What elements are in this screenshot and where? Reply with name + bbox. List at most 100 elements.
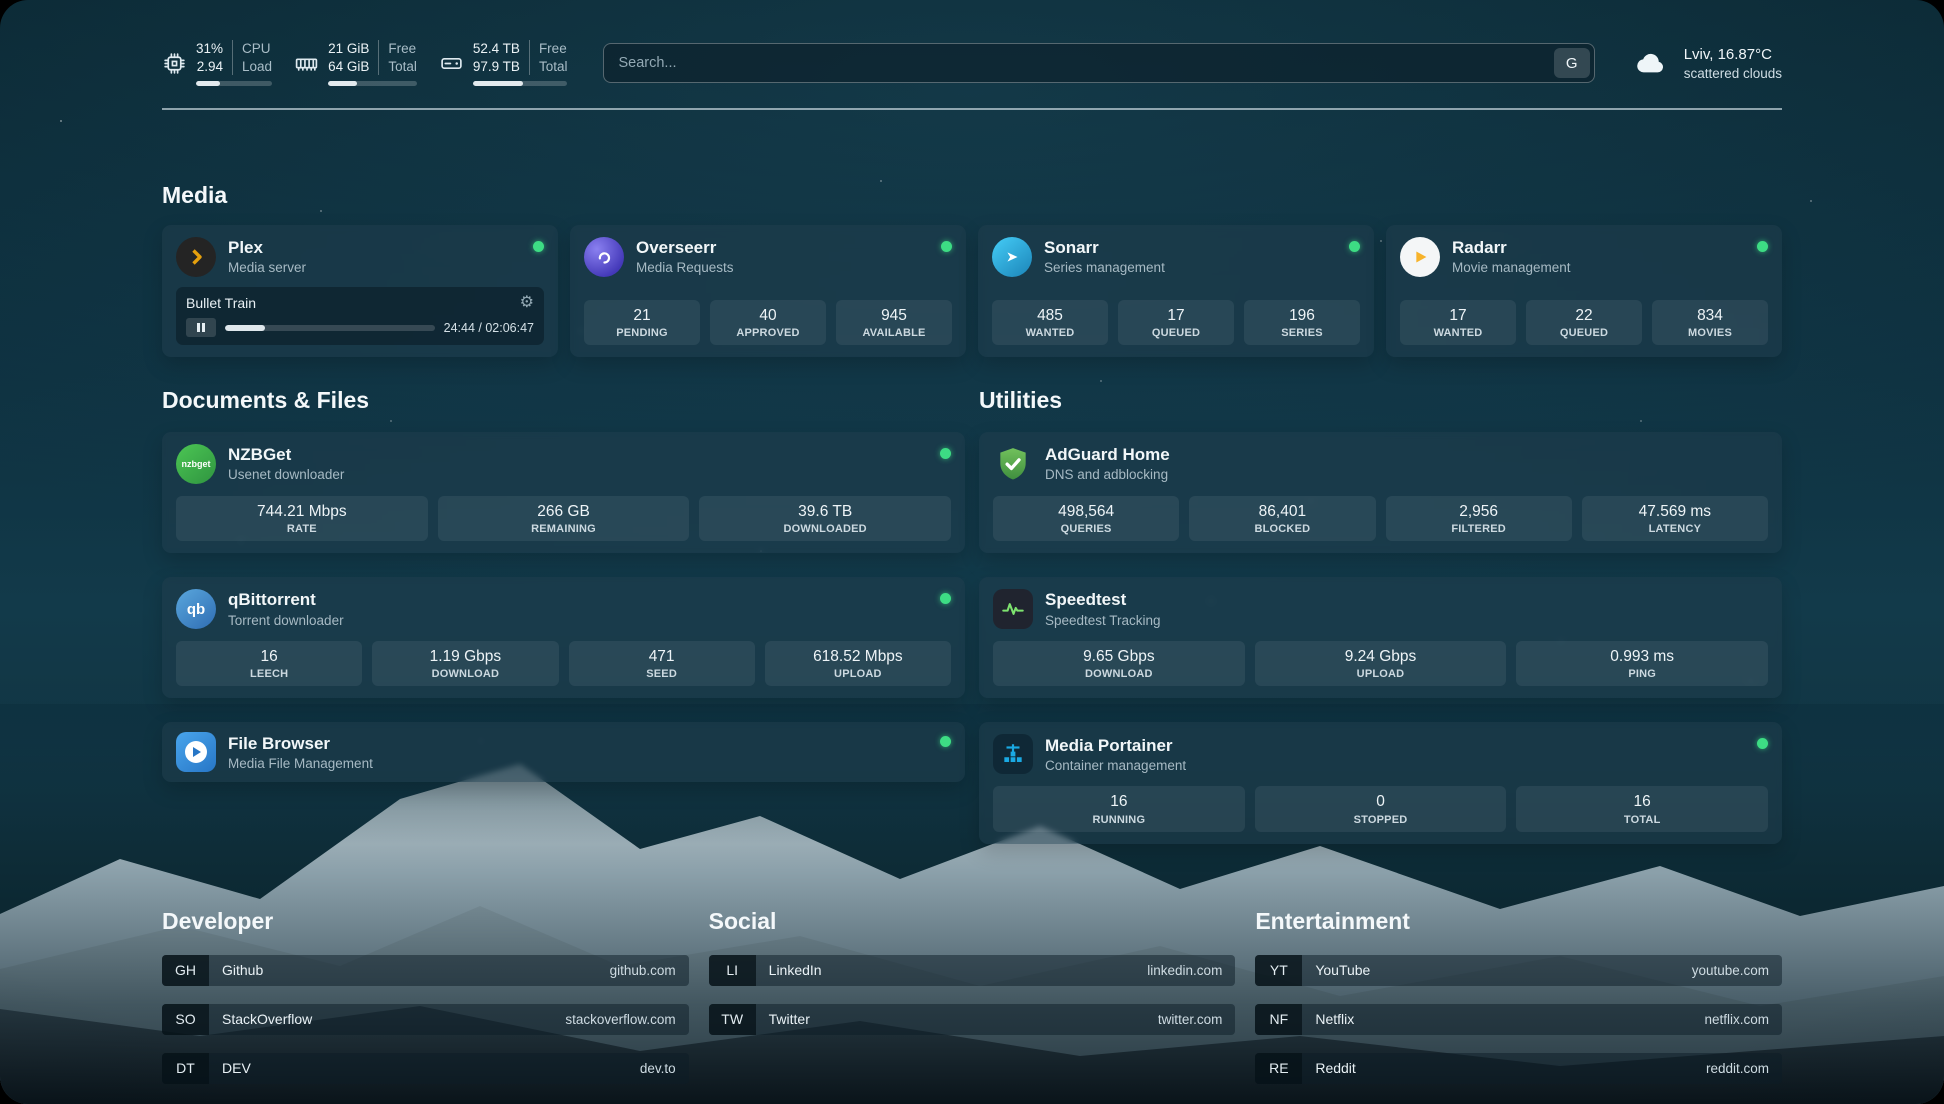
cpu-load-label: Load	[242, 58, 272, 76]
nzbget-icon: nzbget	[176, 444, 216, 484]
section-title-media: Media	[162, 182, 1782, 209]
service-desc: Usenet downloader	[228, 466, 344, 484]
media-card-grid: Plex Media server Bullet Train ⚙ 24:44 /…	[162, 225, 1782, 357]
service-name: Speedtest	[1045, 589, 1161, 611]
bookmark-linkedin[interactable]: LI LinkedIn linkedin.com	[709, 955, 1236, 986]
bookmark-name: Twitter	[756, 1004, 1145, 1035]
disk-total-value: 97.9 TB	[473, 58, 520, 76]
bookmark-name: StackOverflow	[209, 1004, 552, 1035]
status-online-dot	[533, 241, 544, 252]
stat-wanted: 485WANTED	[992, 300, 1108, 345]
bookmarks-social: Social LI LinkedIn linkedin.com TW Twitt…	[709, 908, 1236, 1102]
section-title-entertainment: Entertainment	[1255, 908, 1782, 935]
disk-free-value: 52.4 TB	[473, 40, 520, 58]
service-card-speedtest[interactable]: Speedtest Speedtest Tracking 9.65 GbpsDO…	[979, 577, 1782, 698]
service-card-overseerr[interactable]: Overseerr Media Requests 21PENDING 40APP…	[570, 225, 966, 357]
service-name: File Browser	[228, 733, 373, 755]
bookmark-url: linkedin.com	[1134, 955, 1235, 986]
stat-pending: 21PENDING	[584, 300, 700, 345]
service-card-sonarr[interactable]: Sonarr Series management 485WANTED 17QUE…	[978, 225, 1374, 357]
bookmark-url: reddit.com	[1693, 1053, 1782, 1084]
stat-download: 9.65 GbpsDOWNLOAD	[993, 641, 1245, 686]
status-online-dot	[1757, 241, 1768, 252]
bookmark-reddit[interactable]: RE Reddit reddit.com	[1255, 1053, 1782, 1084]
bookmark-abbr: RE	[1255, 1053, 1302, 1084]
bookmark-url: twitter.com	[1145, 1004, 1236, 1035]
documents-column: Documents & Files nzbget NZBGet Usenet d…	[162, 357, 965, 867]
settings-gear-icon[interactable]: ⚙	[520, 295, 534, 311]
service-card-nzbget[interactable]: nzbget NZBGet Usenet downloader 744.21 M…	[162, 432, 965, 553]
memory-total-label: Total	[388, 58, 417, 76]
bookmark-name: DEV	[209, 1053, 627, 1084]
topbar-divider	[162, 108, 1782, 110]
search-input[interactable]	[603, 43, 1594, 83]
stat-series: 196SERIES	[1244, 300, 1360, 345]
portainer-icon	[993, 734, 1033, 774]
section-title-social: Social	[709, 908, 1236, 935]
service-card-radarr[interactable]: Radarr Movie management 17WANTED 22QUEUE…	[1386, 225, 1782, 357]
bookmark-github[interactable]: GH Github github.com	[162, 955, 689, 986]
bookmark-name: Github	[209, 955, 597, 986]
utilities-column: Utilities AdGuard	[979, 357, 1782, 867]
service-name: Sonarr	[1044, 237, 1165, 259]
weather-location: Lviv, 16.87°C	[1684, 45, 1782, 65]
service-name: Radarr	[1452, 237, 1571, 259]
playback-time: 24:44 / 02:06:47	[444, 321, 534, 335]
bookmark-abbr: DT	[162, 1053, 209, 1084]
memory-free-value: 21 GiB	[328, 40, 369, 58]
disk-total-label: Total	[539, 58, 568, 76]
bookmark-dev[interactable]: DT DEV dev.to	[162, 1053, 689, 1084]
bookmark-youtube[interactable]: YT YouTube youtube.com	[1255, 955, 1782, 986]
cpu-progress-bar	[196, 81, 272, 86]
bookmark-abbr: YT	[1255, 955, 1302, 986]
bookmark-stackoverflow[interactable]: SO StackOverflow stackoverflow.com	[162, 1004, 689, 1035]
bookmarks-developer: Developer GH Github github.com SO StackO…	[162, 908, 689, 1102]
service-desc: Movie management	[1452, 259, 1571, 277]
bookmarks-entertainment: Entertainment YT YouTube youtube.com NF …	[1255, 908, 1782, 1102]
memory-progress-bar	[328, 81, 417, 86]
stat-available: 945AVAILABLE	[836, 300, 952, 345]
memory-total-value: 64 GiB	[328, 58, 369, 76]
disk-progress-bar	[473, 81, 568, 86]
bookmark-name: LinkedIn	[756, 955, 1135, 986]
service-card-plex[interactable]: Plex Media server Bullet Train ⚙ 24:44 /…	[162, 225, 558, 357]
bookmark-abbr: GH	[162, 955, 209, 986]
service-card-qbittorrent[interactable]: qb qBittorrent Torrent downloader 16LEEC…	[162, 577, 965, 698]
cpu-usage-label: CPU	[242, 40, 272, 58]
section-title-documents: Documents & Files	[162, 387, 965, 414]
service-card-portainer[interactable]: Media Portainer Container management 16R…	[979, 722, 1782, 843]
bookmark-netflix[interactable]: NF Netflix netflix.com	[1255, 1004, 1782, 1035]
service-name: Media Portainer	[1045, 735, 1186, 757]
service-desc: Container management	[1045, 757, 1186, 775]
plex-now-playing: Bullet Train ⚙ 24:44 / 02:06:47	[176, 287, 544, 345]
stat-filtered: 2,956FILTERED	[1386, 496, 1572, 541]
service-name: AdGuard Home	[1045, 444, 1170, 466]
service-card-filebrowser[interactable]: File Browser Media File Management	[162, 722, 965, 782]
section-title-utilities: Utilities	[979, 387, 1782, 414]
bookmark-name: Netflix	[1302, 1004, 1691, 1035]
memory-free-label: Free	[388, 40, 417, 58]
bookmark-twitter[interactable]: TW Twitter twitter.com	[709, 1004, 1236, 1035]
bookmark-abbr: TW	[709, 1004, 756, 1035]
cpu-load-value: 2.94	[196, 58, 223, 76]
service-card-adguard[interactable]: AdGuard Home DNS and adblocking 498,564Q…	[979, 432, 1782, 553]
status-online-dot	[940, 736, 951, 747]
playback-progress-bar[interactable]	[225, 325, 435, 331]
pause-button[interactable]	[186, 318, 216, 337]
stat-upload: 618.52 MbpsUPLOAD	[765, 641, 951, 686]
adguard-icon	[993, 444, 1033, 484]
service-desc: Series management	[1044, 259, 1165, 277]
stat-seed: 471SEED	[569, 641, 755, 686]
stat-movies: 834MOVIES	[1652, 300, 1768, 345]
status-online-dot	[940, 448, 951, 459]
search-provider-button[interactable]: G	[1554, 48, 1590, 78]
stat-blocked: 86,401BLOCKED	[1189, 496, 1375, 541]
qbittorrent-icon: qb	[176, 589, 216, 629]
weather-condition: scattered clouds	[1684, 66, 1782, 81]
service-desc: Torrent downloader	[228, 612, 344, 630]
cpu-widget: 31% 2.94 CPU Load	[162, 40, 272, 86]
cpu-usage-value: 31%	[196, 40, 223, 58]
bookmark-url: github.com	[597, 955, 689, 986]
now-playing-title: Bullet Train	[186, 295, 256, 311]
stat-running: 16RUNNING	[993, 786, 1245, 831]
